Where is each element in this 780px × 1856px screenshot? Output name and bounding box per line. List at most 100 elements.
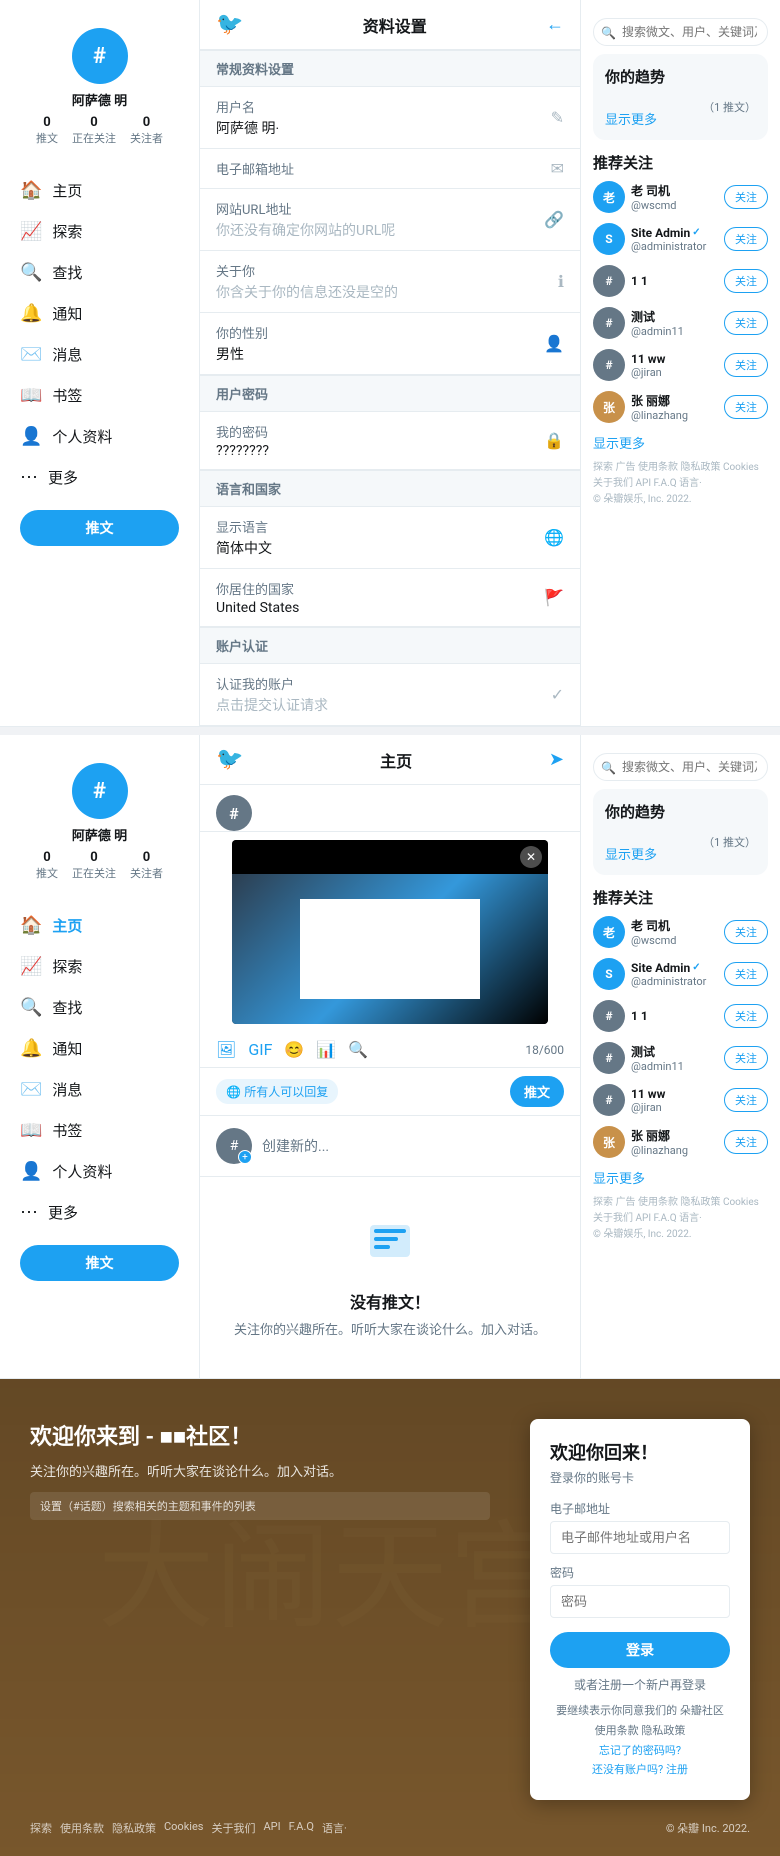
sidebar-item-more-s2[interactable]: ⋯更多 bbox=[0, 1192, 199, 1233]
image-icon[interactable]: 🖼 bbox=[216, 1040, 236, 1059]
rec-user-s2-3: # 测试 @admin11 关注 bbox=[593, 1042, 768, 1074]
footer-links-s1: 探索 广告 使用条款 隐私政策 Cookies 关于我们 API F.A.Q 语… bbox=[593, 460, 768, 508]
poll-icon[interactable]: 📊 bbox=[316, 1040, 336, 1059]
sidebar-item-bookmark[interactable]: 📖书签 bbox=[0, 375, 199, 416]
show-more-recommend-s1[interactable]: 显示更多 bbox=[593, 433, 768, 452]
nav-list-s2: 🏠主页 📈探索 🔍查找 🔔通知 ✉️消息 📖书签 👤个人资料 ⋯更多 bbox=[0, 905, 199, 1233]
follow-button-1[interactable]: 关注 bbox=[724, 227, 768, 251]
follow-button-s2-4[interactable]: 关注 bbox=[724, 1088, 768, 1112]
sidebar-item-explore[interactable]: 📈探索 bbox=[0, 211, 199, 252]
back-button[interactable]: ← bbox=[546, 14, 564, 35]
empty-state-sub: 关注你的兴趣所在。听听大家在谈论什么。加入对话。 bbox=[234, 1319, 546, 1338]
info-icon: ℹ bbox=[558, 272, 564, 291]
settings-section: # 阿萨德 明 0 推文 0 正在关注 0 关注者 🏠主页 📈探索 🔍 bbox=[0, 0, 780, 727]
footer-copyright: © 朵瓣 Inc. 2022. bbox=[666, 1820, 750, 1836]
compose-header-row: # bbox=[200, 785, 580, 832]
notify-icon: 🔔 bbox=[20, 303, 42, 324]
sidebar-item-find[interactable]: 🔍查找 bbox=[0, 252, 199, 293]
show-more-recommend-s2[interactable]: 显示更多 bbox=[593, 1168, 768, 1187]
send-icon[interactable]: ➤ bbox=[549, 749, 564, 770]
settings-section1-title: 常规资料设置 bbox=[200, 50, 580, 87]
country-field[interactable]: 你居住的国家 United States 🚩 bbox=[200, 569, 580, 627]
follow-button-s2-3[interactable]: 关注 bbox=[724, 1046, 768, 1070]
recommend-section-s2: 推荐关注 老 老 司机 @wscmd 关注 S Site Admin✓ @adm… bbox=[593, 887, 768, 1187]
home-icon-s2: 🏠 bbox=[20, 915, 42, 936]
sidebar-item-bookmark-s2[interactable]: 📖书签 bbox=[0, 1110, 199, 1151]
tweet-button-s2[interactable]: 推文 bbox=[20, 1245, 179, 1281]
search-input-s2[interactable] bbox=[593, 753, 768, 781]
password-input[interactable] bbox=[550, 1585, 730, 1618]
sidebar-item-more[interactable]: ⋯更多 bbox=[0, 457, 199, 498]
home-icon: 🏠 bbox=[20, 180, 42, 201]
rec-avatar-s2-1: S bbox=[593, 958, 625, 990]
follow-button-0[interactable]: 关注 bbox=[724, 185, 768, 209]
sidebar-item-notify-s2[interactable]: 🔔通知 bbox=[0, 1028, 199, 1069]
verify-field[interactable]: 认证我的账户 点击提交认证请求 ✓ bbox=[200, 664, 580, 726]
sidebar-item-message[interactable]: ✉️消息 bbox=[0, 334, 199, 375]
rec-avatar-0: 老 bbox=[593, 181, 625, 213]
flag-icon: 🚩 bbox=[544, 588, 564, 607]
login-button[interactable]: 登录 bbox=[550, 1632, 730, 1668]
profile-icon: 👤 bbox=[20, 426, 42, 447]
about-field[interactable]: 关于你 你含关于你的信息还没是空的 ℹ bbox=[200, 251, 580, 313]
rec-avatar-s2-0: 老 bbox=[593, 916, 625, 948]
settings-section2-title: 用户密码 bbox=[200, 375, 580, 412]
tweet-submit-button[interactable]: 推文 bbox=[510, 1076, 564, 1107]
email-input[interactable] bbox=[550, 1521, 730, 1554]
follow-button-4[interactable]: 关注 bbox=[724, 353, 768, 377]
search-input-s1[interactable] bbox=[593, 18, 768, 46]
landing-content: 欢迎你来到 - ■■社区！ 关注你的兴趣所在。听听大家在谈论什么。加入对话。 设… bbox=[0, 1379, 780, 1820]
plus-badge: + bbox=[238, 1150, 252, 1164]
follow-button-s2-1[interactable]: 关注 bbox=[724, 962, 768, 986]
sidebar-item-home-s2[interactable]: 🏠主页 bbox=[0, 905, 199, 946]
video-modal-wrapper: ✕ bbox=[200, 832, 580, 1032]
search-icon-s1: 🔍 bbox=[601, 26, 616, 40]
search-compose-icon[interactable]: 🔍 bbox=[348, 1040, 368, 1059]
rec-avatar-4: # bbox=[593, 349, 625, 381]
gender-field[interactable]: 你的性别 男性 👤 bbox=[200, 313, 580, 375]
sidebar-item-profile[interactable]: 👤个人资料 bbox=[0, 416, 199, 457]
password-field[interactable]: 我的密码 ???????? 🔒 bbox=[200, 412, 580, 470]
trends-box-s2: 你的趋势 （1 推文） 显示更多 bbox=[593, 789, 768, 875]
follow-button-s2-2[interactable]: 关注 bbox=[724, 1004, 768, 1028]
username: 阿萨德 明 bbox=[72, 90, 127, 109]
sidebar-item-find-s2[interactable]: 🔍查找 bbox=[0, 987, 199, 1028]
follow-button-2[interactable]: 关注 bbox=[724, 269, 768, 293]
home-main: 🐦 主页 ➤ # ✕ 🖼 GIF 😊 📊 bbox=[200, 735, 580, 1378]
forgot-password-link[interactable]: 忘记了的密码吗? bbox=[599, 1744, 681, 1757]
sidebar-item-profile-s2[interactable]: 👤个人资料 bbox=[0, 1151, 199, 1192]
video-content bbox=[300, 899, 480, 999]
verify-icon: ✓ bbox=[551, 685, 564, 704]
reply-option-button[interactable]: 🌐 所有人可以回复 bbox=[216, 1079, 338, 1104]
tweets-stat-s2: 0 推文 bbox=[36, 850, 58, 881]
rec-user-0: 老 老 司机 @wscmd 关注 bbox=[593, 181, 768, 213]
username-field[interactable]: 用户名 阿萨德 明· ✎ bbox=[200, 87, 580, 149]
emoji-icon[interactable]: 😊 bbox=[284, 1040, 304, 1059]
follow-button-s2-5[interactable]: 关注 bbox=[724, 1130, 768, 1154]
follow-button-s2-0[interactable]: 关注 bbox=[724, 920, 768, 944]
landing-footer-links: 探索 使用条款 隐私政策 Cookies 关于我们 API F.A.Q 语言· … bbox=[30, 1820, 750, 1836]
sidebar-item-notify[interactable]: 🔔通知 bbox=[0, 293, 199, 334]
sidebar-item-message-s2[interactable]: ✉️消息 bbox=[0, 1069, 199, 1110]
sidebar-item-home[interactable]: 🏠主页 bbox=[0, 170, 199, 211]
sidebar-item-explore-s2[interactable]: 📈探索 bbox=[0, 946, 199, 987]
email-field[interactable]: 电子邮箱地址 ✉ bbox=[200, 149, 580, 189]
find-icon: 🔍 bbox=[20, 262, 42, 283]
landing-title: 欢迎你来到 - ■■社区！ bbox=[30, 1419, 490, 1451]
compose-toolbar: 🖼 GIF 😊 📊 🔍 18/600 bbox=[200, 1032, 580, 1068]
website-field[interactable]: 网站URL地址 你还没有确定你网站的URL呢 🔗 bbox=[200, 189, 580, 251]
language-field[interactable]: 显示语言 简体中文 🌐 bbox=[200, 507, 580, 569]
username-s2: 阿萨德 明 bbox=[72, 825, 127, 844]
follow-button-5[interactable]: 关注 bbox=[724, 395, 768, 419]
signup-link[interactable]: 还没有账户吗? 注册 bbox=[592, 1763, 688, 1776]
create-new-text: 创建新的... bbox=[262, 1136, 329, 1156]
rec-user-s2-1: S Site Admin✓ @administrator 关注 bbox=[593, 958, 768, 990]
gif-icon[interactable]: GIF bbox=[248, 1040, 272, 1059]
modal-close-button[interactable]: ✕ bbox=[520, 846, 542, 868]
follow-button-3[interactable]: 关注 bbox=[724, 311, 768, 335]
tweet-button[interactable]: 推文 bbox=[20, 510, 179, 546]
twitter-bird-icon: 🐦 bbox=[216, 12, 243, 37]
login-subtitle: 登录你的账号卡 bbox=[550, 1469, 730, 1486]
video-area bbox=[232, 874, 548, 1024]
edit-icon: ✎ bbox=[551, 108, 564, 127]
